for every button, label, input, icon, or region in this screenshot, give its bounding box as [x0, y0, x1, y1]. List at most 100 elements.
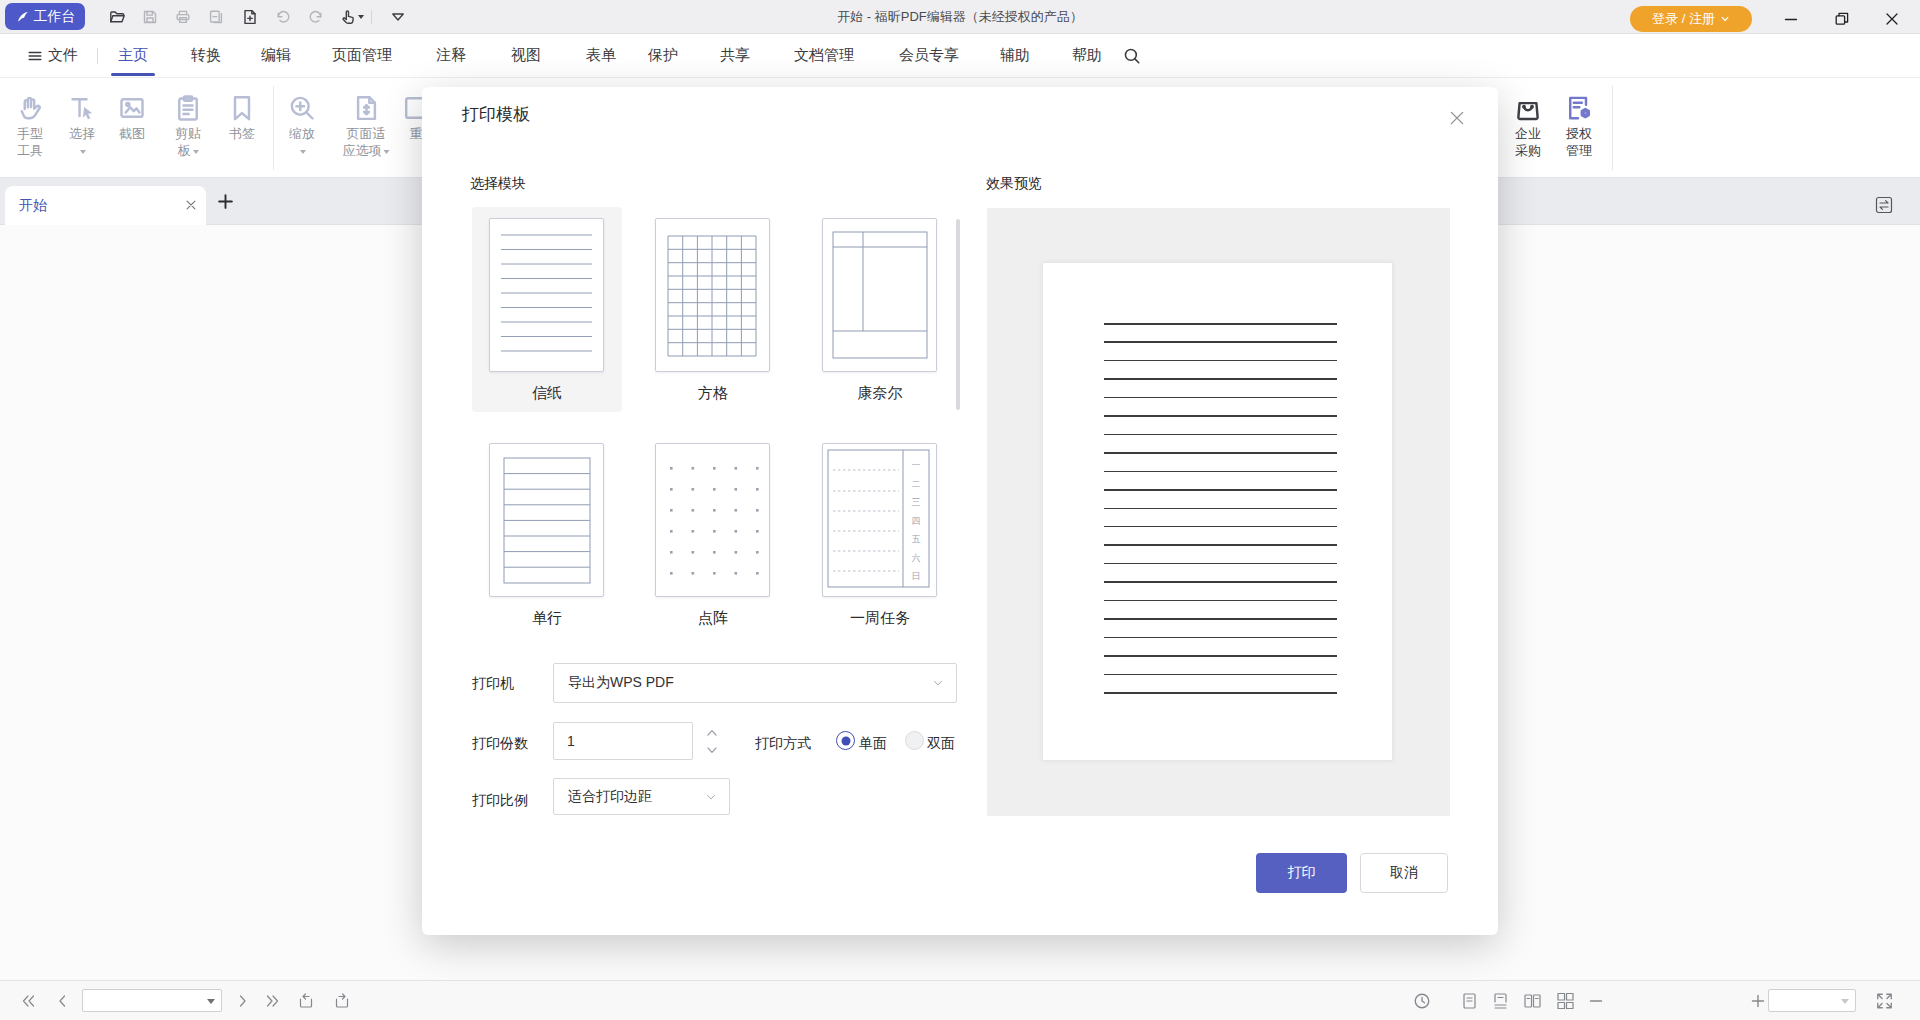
prev-view-icon[interactable]: [296, 992, 315, 1010]
next-view-icon[interactable]: [333, 992, 352, 1010]
next-page-icon[interactable]: [234, 993, 251, 1009]
preview-line: [1104, 452, 1337, 454]
copies-value: 1: [567, 733, 575, 749]
zoom-out-icon[interactable]: [1588, 993, 1604, 1009]
first-page-icon[interactable]: [20, 993, 37, 1009]
continuous-view-icon[interactable]: [1491, 992, 1510, 1010]
copies-increment[interactable]: [706, 728, 718, 737]
template-thumb-lined: [489, 218, 604, 372]
menu-page-manage[interactable]: 页面管理: [332, 34, 392, 77]
zoom-percent-input[interactable]: [1768, 989, 1856, 1012]
menubar-divider: [97, 48, 98, 64]
tool-screenshot[interactable]: 截图: [118, 88, 146, 142]
hamburger-icon: [27, 48, 43, 64]
preview-line: [1104, 600, 1337, 602]
copies-label: 打印份数: [472, 735, 528, 753]
tool-clipboard[interactable]: 剪贴板: [174, 88, 202, 159]
preview-line: [1104, 360, 1337, 362]
menu-edit[interactable]: 编辑: [261, 34, 291, 77]
cancel-button[interactable]: 取消: [1360, 853, 1448, 893]
dialog-close-icon[interactable]: [1448, 109, 1466, 127]
printer-select[interactable]: 导出为WPS PDF: [553, 663, 957, 703]
tool-hand[interactable]: 手型工具: [16, 88, 44, 159]
menu-convert[interactable]: 转换: [191, 34, 221, 77]
template-card-cornell[interactable]: 康奈尔: [805, 207, 955, 412]
template-card-lined[interactable]: 信纸: [472, 207, 622, 412]
page-number-caret[interactable]: [207, 999, 215, 1004]
tool-license-manage[interactable]: 授权管理: [1565, 88, 1593, 159]
close-button[interactable]: [1883, 10, 1901, 28]
prev-page-icon[interactable]: [54, 993, 71, 1009]
menu-help[interactable]: 帮助: [1072, 34, 1102, 77]
menu-protect[interactable]: 保护: [648, 34, 678, 77]
template-card-dots[interactable]: 点阵: [638, 432, 788, 637]
facing-view-icon[interactable]: [1523, 992, 1542, 1010]
preview-line: [1104, 397, 1337, 399]
single-page-view-icon[interactable]: [1460, 992, 1479, 1010]
radio-single-sided[interactable]: [836, 731, 855, 750]
template-label: 点阵: [638, 609, 788, 628]
preview-line: [1104, 434, 1337, 436]
menu-doc-manage[interactable]: 文档管理: [794, 34, 854, 77]
search-icon[interactable]: [1123, 47, 1141, 65]
fullscreen-icon[interactable]: [1875, 992, 1894, 1010]
print-template-dialog: 打印模板 选择模块 信纸 方格: [422, 87, 1498, 935]
menu-member[interactable]: 会员专享: [899, 34, 959, 77]
facing-continuous-view-icon[interactable]: [1556, 992, 1575, 1010]
login-register-button[interactable]: 登录 / 注册: [1630, 6, 1752, 32]
radio-double-sided[interactable]: [905, 731, 924, 750]
tool-select[interactable]: 选择: [68, 88, 96, 159]
templates-scrollbar[interactable]: [956, 219, 960, 410]
tab-add-icon[interactable]: [217, 193, 234, 210]
menu-home[interactable]: 主页: [118, 34, 148, 77]
menu-file[interactable]: 文件: [27, 34, 78, 77]
active-underline: [111, 73, 155, 76]
template-label: 方格: [638, 384, 788, 403]
screenshot-icon: [118, 94, 146, 122]
restore-button[interactable]: [1833, 10, 1851, 28]
tab-close-icon[interactable]: [184, 198, 198, 212]
tool-bookmark[interactable]: 书签: [228, 88, 256, 142]
page-number-input[interactable]: [82, 989, 222, 1012]
preview-area: [987, 208, 1450, 816]
template-card-weekly[interactable]: 一二三四五六日 一周任务: [805, 432, 955, 637]
preview-section-label: 效果预览: [986, 175, 1042, 193]
template-card-grid[interactable]: 方格: [638, 207, 788, 412]
tool-page-fit[interactable]: 页面适应选项: [343, 88, 390, 159]
printer-select-chevron: [932, 677, 944, 689]
radio-single-label[interactable]: 单面: [859, 735, 887, 753]
preview-line: [1104, 341, 1337, 343]
copies-input[interactable]: 1: [553, 722, 693, 760]
preview-line: [1104, 692, 1337, 694]
copies-decrement[interactable]: [706, 746, 718, 755]
template-card-single-row[interactable]: 单行: [472, 432, 622, 637]
tool-enterprise-purchase[interactable]: 企业采购: [1514, 88, 1542, 159]
bookmark-icon: [228, 94, 256, 122]
scale-select[interactable]: 适合打印边距: [553, 778, 730, 815]
last-page-icon[interactable]: [264, 993, 281, 1009]
radio-double-label[interactable]: 双面: [927, 735, 955, 753]
zoom-in-icon[interactable]: [1750, 993, 1766, 1009]
print-button[interactable]: 打印: [1256, 853, 1347, 893]
svg-text:四: 四: [912, 516, 921, 526]
recent-history-icon[interactable]: [1413, 992, 1431, 1010]
statusbar: [0, 980, 1920, 1020]
tab-start[interactable]: 开始: [5, 186, 206, 225]
template-label: 一周任务: [805, 609, 955, 628]
menu-share[interactable]: 共享: [720, 34, 750, 77]
tool-zoom[interactable]: 缩放: [288, 88, 316, 159]
preview-line: [1104, 544, 1337, 546]
template-thumb-cornell: [822, 218, 937, 372]
menu-assist[interactable]: 辅助: [1000, 34, 1030, 77]
template-thumb-dots: [655, 443, 770, 597]
ribbon-divider: [273, 86, 274, 170]
preview-line: [1104, 471, 1337, 473]
minimize-button[interactable]: [1782, 10, 1800, 28]
menu-form[interactable]: 表单: [586, 34, 616, 77]
menu-view[interactable]: 视图: [511, 34, 541, 77]
menu-comment[interactable]: 注释: [436, 34, 466, 77]
swap-panel-icon[interactable]: [1875, 196, 1893, 214]
zoom-caret[interactable]: [1841, 999, 1849, 1004]
preview-line: [1104, 508, 1337, 510]
scale-select-chevron: [705, 791, 717, 803]
